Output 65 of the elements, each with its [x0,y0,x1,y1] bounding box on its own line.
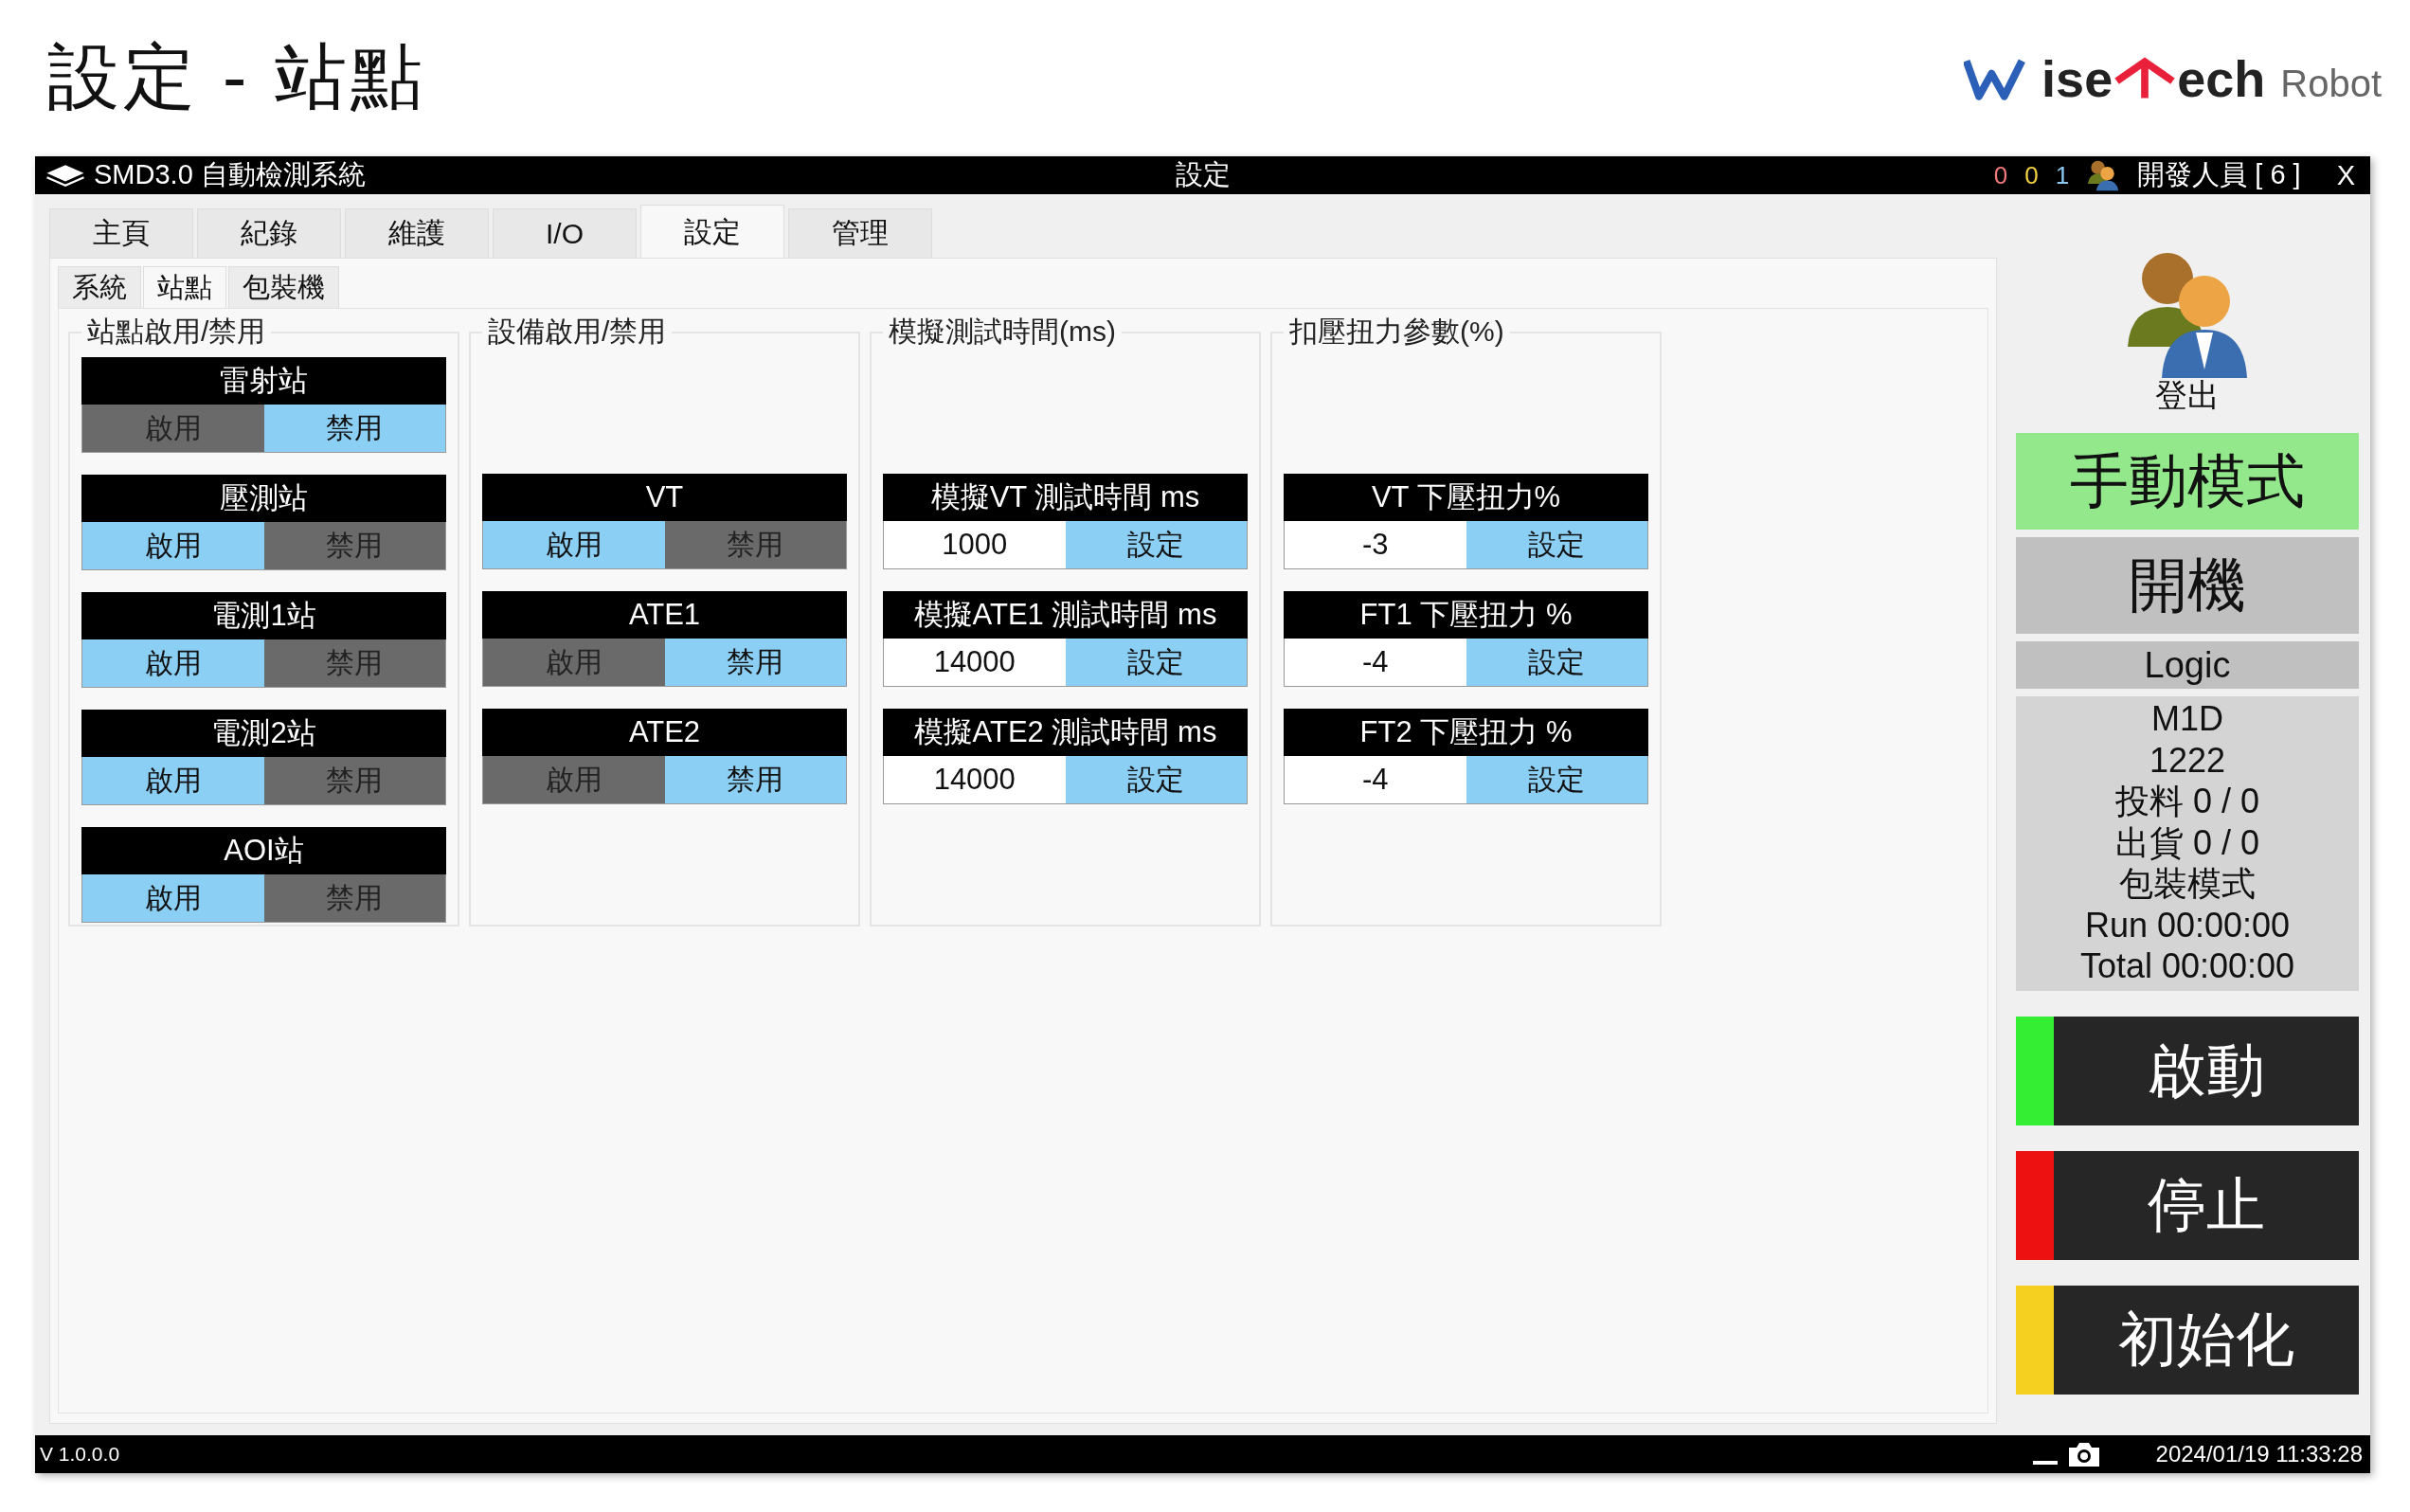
card-title: 電測2站 [81,710,446,757]
toggle-button[interactable]: 禁用 [664,639,846,686]
group-title: 站點啟用/禁用 [86,315,267,349]
info-line: M1D [2151,698,2223,740]
action-button[interactable]: 初始化 [2054,1285,2359,1395]
camera-icon[interactable] [2066,1440,2101,1468]
datetime-label: 2024/01/19 11:33:28 [2155,1441,2363,1467]
page-title: 設定 - 站點 [47,35,426,118]
card-title: 雷射站 [81,357,446,405]
tab[interactable]: 紀錄 [197,208,341,258]
info-line: 出貨 0 / 0 [2114,821,2260,863]
app-icon [45,163,86,188]
card-title: 模擬ATE2 測試時間 ms [883,709,1248,756]
tab[interactable]: 主頁 [49,208,193,258]
card-title: VT [482,474,847,521]
info-line: Run 00:00:00 [2084,904,2291,945]
toggle-button[interactable]: 禁用 [263,405,445,452]
action-button[interactable]: 啟動 [2054,1016,2359,1125]
card-title: ATE1 [482,591,847,639]
group-title: 扣壓扭力參數(%) [1288,315,1505,349]
logo-text: Robot [2280,62,2382,105]
counter: 1 [2055,160,2070,190]
user-label: 開發人員 [ 6 ] [2137,158,2301,191]
logo-text: ech [2177,48,2266,108]
toggle-button[interactable]: 啟用 [82,639,264,687]
logo-text: ise [2041,48,2113,108]
info-line: Total 00:00:00 [2079,945,2295,987]
card-title: 壓測站 [81,475,446,522]
mode-button[interactable]: 手動模式 [2016,433,2359,530]
card-title: 電測1站 [81,592,446,639]
sub-tab[interactable]: 系統 [58,266,141,308]
window-title: SMD3.0 自動檢測系統 [94,158,366,191]
counter: 0 [2024,160,2039,190]
tab[interactable]: 維護 [345,208,489,258]
card-title: 模擬VT 測試時間 ms [883,474,1248,521]
toggle-button[interactable]: 啟用 [483,521,665,568]
logic-label: Logic [2016,641,2359,689]
action-button[interactable]: 停止 [2054,1150,2359,1260]
window-subtitle: 設定 [1174,158,1232,191]
card-title: FT1 下壓扭力 % [1284,591,1648,639]
toggle-button[interactable]: 禁用 [664,756,846,803]
card-title: ATE2 [482,709,847,756]
sub-tab[interactable]: 包裝機 [228,266,339,308]
card-title: VT 下壓扭力% [1284,474,1648,521]
info-line: 包裝模式 [2119,863,2256,905]
card-title: FT2 下壓扭力 % [1284,709,1648,756]
tab[interactable]: 管理 [788,208,932,258]
toggle-button[interactable]: 啟用 [82,874,264,922]
toggle-button[interactable]: 啟用 [82,757,264,804]
tab[interactable]: I/O [493,208,637,258]
info-line: 1222 [2149,739,2226,781]
toggle-button[interactable]: 啟用 [82,522,264,569]
close-button[interactable]: X [2330,159,2361,191]
power-button[interactable]: 開機 [2016,537,2359,634]
group-title: 設備啟用/禁用 [487,315,668,349]
card-title: 模擬ATE1 測試時間 ms [883,591,1248,639]
logout-label[interactable]: 登出 [2155,374,2220,418]
tab[interactable]: 設定 [640,205,784,259]
users-icon [2086,158,2121,192]
sub-tab[interactable]: 站點 [143,266,226,308]
counter: 0 [1993,160,2008,190]
card-title: AOI站 [81,827,446,874]
info-line: 投料 0 / 0 [2114,781,2260,822]
version-label: V 1.0.0.0 [40,1443,120,1466]
group-title: 模擬測試時間(ms) [888,315,1117,349]
